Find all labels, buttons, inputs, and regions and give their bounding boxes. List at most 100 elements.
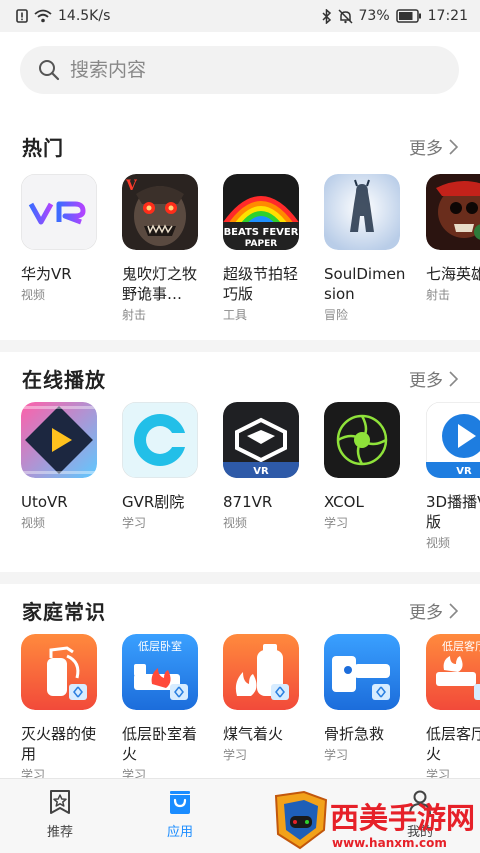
section-home-knowledge: 家庭常识 更多 灭火器的使用 学习 低层卧室 低层卧室着火 学习 煤气着火 学习… (0, 596, 480, 778)
app-category: 学习 (426, 768, 451, 778)
bedroom-fire-app-icon: 低层卧室 (122, 634, 198, 710)
app-category: 学习 (324, 748, 349, 762)
search-bar[interactable] (20, 46, 459, 94)
app-category: 射击 (426, 288, 451, 302)
beats-fever-app-icon: BEATS FEVER PAPER (223, 174, 299, 250)
battery-icon (395, 9, 421, 23)
app-item[interactable]: 华为VR 视频 (21, 174, 111, 303)
app-category: 学习 (21, 768, 46, 778)
chevron-right-icon (449, 602, 458, 619)
app-item[interactable]: GVR剧院 学习 (122, 402, 212, 531)
app-name: 低层客厅着火 (426, 725, 480, 763)
section-title: 家庭常识 (22, 600, 106, 624)
app-name: 鬼吹灯之牧野诡事… (122, 265, 198, 303)
site-watermark: 西美手游网 www.hanxm.com (268, 790, 480, 853)
app-item[interactable]: 煤气着火 学习 (223, 634, 313, 763)
watermark-url: www.hanxm.com (332, 836, 447, 850)
app-name: 华为VR (21, 265, 72, 283)
nav-tab-recommend[interactable]: 推荐 (20, 789, 100, 840)
app-item[interactable]: 低层客厅 低层客厅着火 学习 (426, 634, 480, 778)
search-icon (39, 60, 60, 81)
871vr-app-icon: VR (223, 402, 299, 478)
app-item[interactable]: V 鬼吹灯之牧野诡事… 射击 (122, 174, 212, 323)
section-divider (0, 340, 480, 352)
app-category: 学习 (122, 768, 147, 778)
watermark-text: 西美手游网 (330, 801, 475, 835)
section-title: 在线播放 (22, 368, 106, 392)
app-item[interactable]: XCOL 学习 (324, 402, 414, 531)
app-item[interactable]: VR 871VR 视频 (223, 402, 313, 531)
fire-extinguisher-app-icon (21, 634, 97, 710)
app-item[interactable]: UtoVR 视频 (21, 402, 111, 531)
xcol-app-icon (324, 402, 400, 478)
soul-dimension-app-icon (324, 174, 400, 250)
app-category: 射击 (122, 308, 147, 322)
app-name: 超级节拍轻巧版 (223, 265, 299, 303)
section-online-play: 在线播放 更多 UtoVR 视频 GVR剧院 学习 VR 871VR 视频 XC… (0, 364, 480, 564)
app-name: UtoVR (21, 493, 68, 511)
gvr-theater-app-icon (122, 402, 198, 478)
app-name: 煤气着火 (223, 725, 284, 743)
app-category: 学习 (223, 748, 248, 762)
clock: 17:21 (427, 8, 468, 24)
nav-tab-apps[interactable]: 应用 (140, 789, 220, 840)
utovr-app-icon (21, 402, 97, 478)
app-item[interactable]: 骨折急救 学习 (324, 634, 414, 763)
app-name: 低层卧室着火 (122, 725, 198, 763)
app-name: GVR剧院 (122, 493, 185, 511)
more-link[interactable]: 更多 (409, 598, 458, 623)
app-category: 视频 (21, 288, 46, 302)
chevron-right-icon (449, 138, 458, 155)
living-room-fire-app-icon: 低层客厅 (426, 634, 480, 710)
app-category: 视频 (21, 516, 46, 530)
app-name: 骨折急救 (324, 725, 385, 743)
app-name: 七海英雄 (426, 265, 480, 283)
more-label: 更多 (409, 139, 443, 159)
icon-text: VR (253, 466, 269, 477)
alert-icon (16, 9, 28, 23)
app-name: XCOL (324, 493, 364, 511)
3d-bobo-vr-app-icon: VR (426, 402, 480, 478)
more-link[interactable]: 更多 (409, 366, 458, 391)
app-item[interactable]: 灭火器的使用 学习 (21, 634, 111, 778)
section-hot: 热门 更多 华为VR 视频 V 鬼吹灯之牧野诡事… 射击 BEATS FEVER… (0, 132, 480, 332)
mute-bell-icon (337, 8, 353, 24)
app-category: 工具 (223, 308, 248, 322)
chevron-right-icon (449, 370, 458, 387)
app-category: 视频 (426, 536, 451, 550)
wifi-icon (34, 9, 52, 23)
search-input[interactable] (70, 59, 430, 81)
app-category: 学习 (122, 516, 147, 530)
app-item[interactable]: BEATS FEVER PAPER 超级节拍轻巧版 工具 (223, 174, 313, 323)
huawei-vr-app-icon (21, 174, 97, 250)
app-item[interactable]: SoulDimension 冒险 (324, 174, 414, 323)
app-item[interactable]: 低层卧室 低层卧室着火 学习 (122, 634, 212, 778)
app-item[interactable]: 七海英雄 射击 (426, 174, 480, 303)
icon-text: BEATS FEVER (224, 227, 299, 238)
app-item[interactable]: VR 3D播播VR版 视频 (426, 402, 480, 551)
shopping-bag-icon (170, 791, 190, 814)
section-divider (0, 572, 480, 584)
status-bar: 14.5K/s 73% 17:21 (0, 0, 480, 32)
battery-percent: 73% (358, 8, 390, 24)
seven-seas-game-icon (426, 174, 480, 250)
section-title: 热门 (22, 136, 64, 160)
icon-text: 低层客厅 (442, 639, 480, 653)
icon-text: VR (456, 466, 472, 477)
app-category: 学习 (324, 516, 349, 530)
icon-text: PAPER (245, 239, 277, 249)
svg-text:V: V (125, 178, 138, 194)
network-speed: 14.5K/s (58, 8, 111, 24)
ghost-lamp-game-icon: V (122, 174, 198, 250)
nav-label: 应用 (166, 825, 193, 840)
app-category: 冒险 (324, 308, 349, 322)
gas-fire-app-icon (223, 634, 299, 710)
fracture-first-aid-app-icon (324, 634, 400, 710)
more-link[interactable]: 更多 (409, 134, 458, 159)
more-label: 更多 (409, 371, 443, 391)
app-category: 视频 (223, 516, 248, 530)
app-name: 871VR (223, 493, 273, 511)
nav-label: 推荐 (46, 825, 73, 840)
bluetooth-icon (321, 8, 331, 24)
app-name: 3D播播VR版 (426, 493, 480, 531)
